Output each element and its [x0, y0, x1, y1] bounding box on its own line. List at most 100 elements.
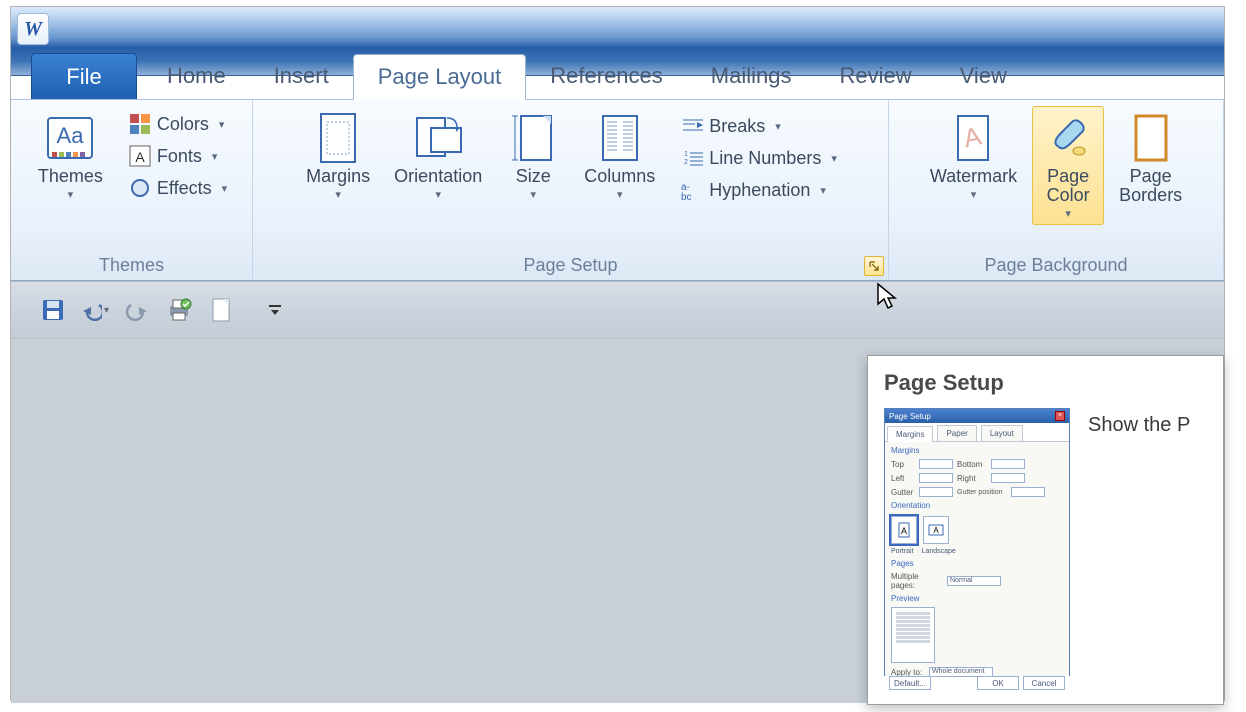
tab-label: Insert	[274, 63, 329, 89]
mini-orientation-section: Orientation	[891, 501, 1063, 510]
mini-preview-section: Preview	[891, 594, 1063, 603]
mini-tab-paper: Paper	[937, 425, 976, 441]
page-setup-dialog-preview-icon: Page Setup× Margins Paper Layout Margins…	[884, 408, 1070, 676]
group-themes: Aa Themes ▾ Colors ▾ A Fonts ▾	[11, 100, 253, 280]
breaks-button[interactable]: Breaks ▾	[674, 112, 844, 140]
mini-field: Bottom	[957, 460, 987, 469]
mini-margins-section: Margins	[891, 446, 1063, 455]
tab-mailings[interactable]: Mailings	[687, 53, 816, 99]
customize-qat-button[interactable]	[261, 296, 289, 324]
tab-insert[interactable]: Insert	[250, 53, 353, 99]
mini-portrait-icon: A	[891, 516, 917, 544]
mini-default-button: Default...	[889, 676, 931, 690]
group-label-themes: Themes	[19, 251, 244, 278]
page-setup-dialog-launcher[interactable]	[864, 256, 884, 276]
page-borders-button[interactable]: Page Borders	[1110, 106, 1191, 210]
colors-icon	[129, 113, 151, 135]
orientation-label: Orientation	[394, 167, 482, 186]
line-numbers-icon: 12	[681, 147, 703, 169]
mini-field: Left	[891, 474, 915, 483]
fonts-label: Fonts	[157, 146, 202, 167]
group-label-page-setup: Page Setup	[261, 251, 880, 278]
page-setup-tooltip: Page Setup Page Setup× Margins Paper Lay…	[867, 355, 1224, 705]
word-logo-icon: W	[17, 13, 49, 45]
columns-label: Columns	[584, 167, 655, 186]
svg-text:A: A	[135, 149, 145, 165]
orientation-button[interactable]: Orientation ▾	[385, 106, 491, 206]
svg-text:Aa: Aa	[57, 123, 85, 148]
word-logo-letter: W	[24, 18, 42, 41]
watermark-icon: A	[946, 111, 1000, 165]
page-color-label: Page Color	[1047, 167, 1090, 205]
quick-print-button[interactable]	[165, 296, 193, 324]
breaks-icon	[681, 115, 703, 137]
size-button[interactable]: Size ▾	[497, 106, 569, 206]
tab-view[interactable]: View	[936, 53, 1031, 99]
new-document-button[interactable]	[207, 296, 235, 324]
page-color-icon	[1041, 111, 1095, 165]
chevron-down-icon: ▾	[831, 152, 837, 165]
columns-button[interactable]: Columns ▾	[575, 106, 664, 206]
tab-home[interactable]: Home	[143, 53, 250, 99]
tab-label: View	[960, 63, 1007, 89]
theme-fonts-button[interactable]: A Fonts ▾	[122, 142, 234, 170]
mini-tab-layout: Layout	[981, 425, 1023, 441]
chevron-down-icon: ▾	[219, 118, 225, 131]
ribbon: Aa Themes ▾ Colors ▾ A Fonts ▾	[11, 99, 1224, 281]
svg-text:1: 1	[684, 151, 688, 158]
mini-field: Multiple pages:	[891, 572, 943, 590]
margins-button[interactable]: Margins ▾	[297, 106, 379, 206]
size-label: Size	[516, 167, 551, 186]
file-tab[interactable]: File	[31, 53, 137, 99]
svg-text:A: A	[933, 526, 939, 535]
chevron-down-icon: ▾	[530, 188, 536, 201]
chevron-down-icon: ▾	[1065, 207, 1071, 220]
group-page-setup: Margins ▾ Orientation ▾ Size ▾ Columns ▾	[253, 100, 889, 280]
chevron-down-icon: ▾	[222, 182, 228, 195]
size-icon	[506, 111, 560, 165]
hyphenation-label: Hyphenation	[709, 180, 810, 201]
watermark-label: Watermark	[930, 167, 1017, 186]
mini-ok-button: OK	[977, 676, 1019, 690]
watermark-button[interactable]: A Watermark ▾	[921, 106, 1026, 206]
effects-label: Effects	[157, 178, 212, 199]
mini-landscape-label: Landscape	[922, 548, 956, 555]
group-label-page-background: Page Background	[897, 251, 1215, 278]
chevron-down-icon: ▾	[820, 184, 826, 197]
line-numbers-button[interactable]: 12 Line Numbers ▾	[674, 144, 844, 172]
themes-icon: Aa	[43, 111, 97, 165]
mini-landscape-icon: A	[923, 516, 949, 544]
tab-label: Page Layout	[378, 64, 502, 90]
ribbon-tabs: File Home Insert Page Layout References …	[11, 47, 1224, 99]
mini-portrait-label: Portrait	[891, 548, 914, 555]
svg-text:A: A	[901, 526, 907, 536]
page-color-button[interactable]: Page Color ▾	[1032, 106, 1104, 225]
close-icon: ×	[1055, 411, 1065, 421]
mini-field: Gutter	[891, 488, 915, 497]
columns-icon	[593, 111, 647, 165]
mini-cancel-button: Cancel	[1023, 676, 1065, 690]
hyphenation-icon: a-bc	[681, 179, 703, 201]
tab-references[interactable]: References	[526, 53, 687, 99]
tab-page-layout[interactable]: Page Layout	[353, 54, 527, 100]
save-button[interactable]	[39, 296, 67, 324]
theme-colors-button[interactable]: Colors ▾	[122, 110, 234, 138]
chevron-down-icon: ▾	[617, 188, 623, 201]
file-tab-label: File	[66, 64, 101, 90]
page-borders-label: Page Borders	[1119, 167, 1182, 205]
undo-button[interactable]: ▾	[81, 296, 109, 324]
effects-icon	[129, 177, 151, 199]
theme-effects-button[interactable]: Effects ▾	[122, 174, 234, 202]
tab-review[interactable]: Review	[815, 53, 935, 99]
themes-button[interactable]: Aa Themes ▾	[29, 106, 112, 206]
quick-access-toolbar: ▾	[11, 281, 1224, 339]
chevron-down-icon: ▾	[335, 188, 341, 201]
redo-button[interactable]	[123, 296, 151, 324]
colors-label: Colors	[157, 114, 209, 135]
margins-icon	[311, 111, 365, 165]
chevron-down-icon: ▾	[435, 188, 441, 201]
chevron-down-icon: ▾	[212, 150, 218, 163]
tab-label: Mailings	[711, 63, 792, 89]
mouse-cursor-icon	[875, 282, 899, 312]
hyphenation-button[interactable]: a-bc Hyphenation ▾	[674, 176, 844, 204]
